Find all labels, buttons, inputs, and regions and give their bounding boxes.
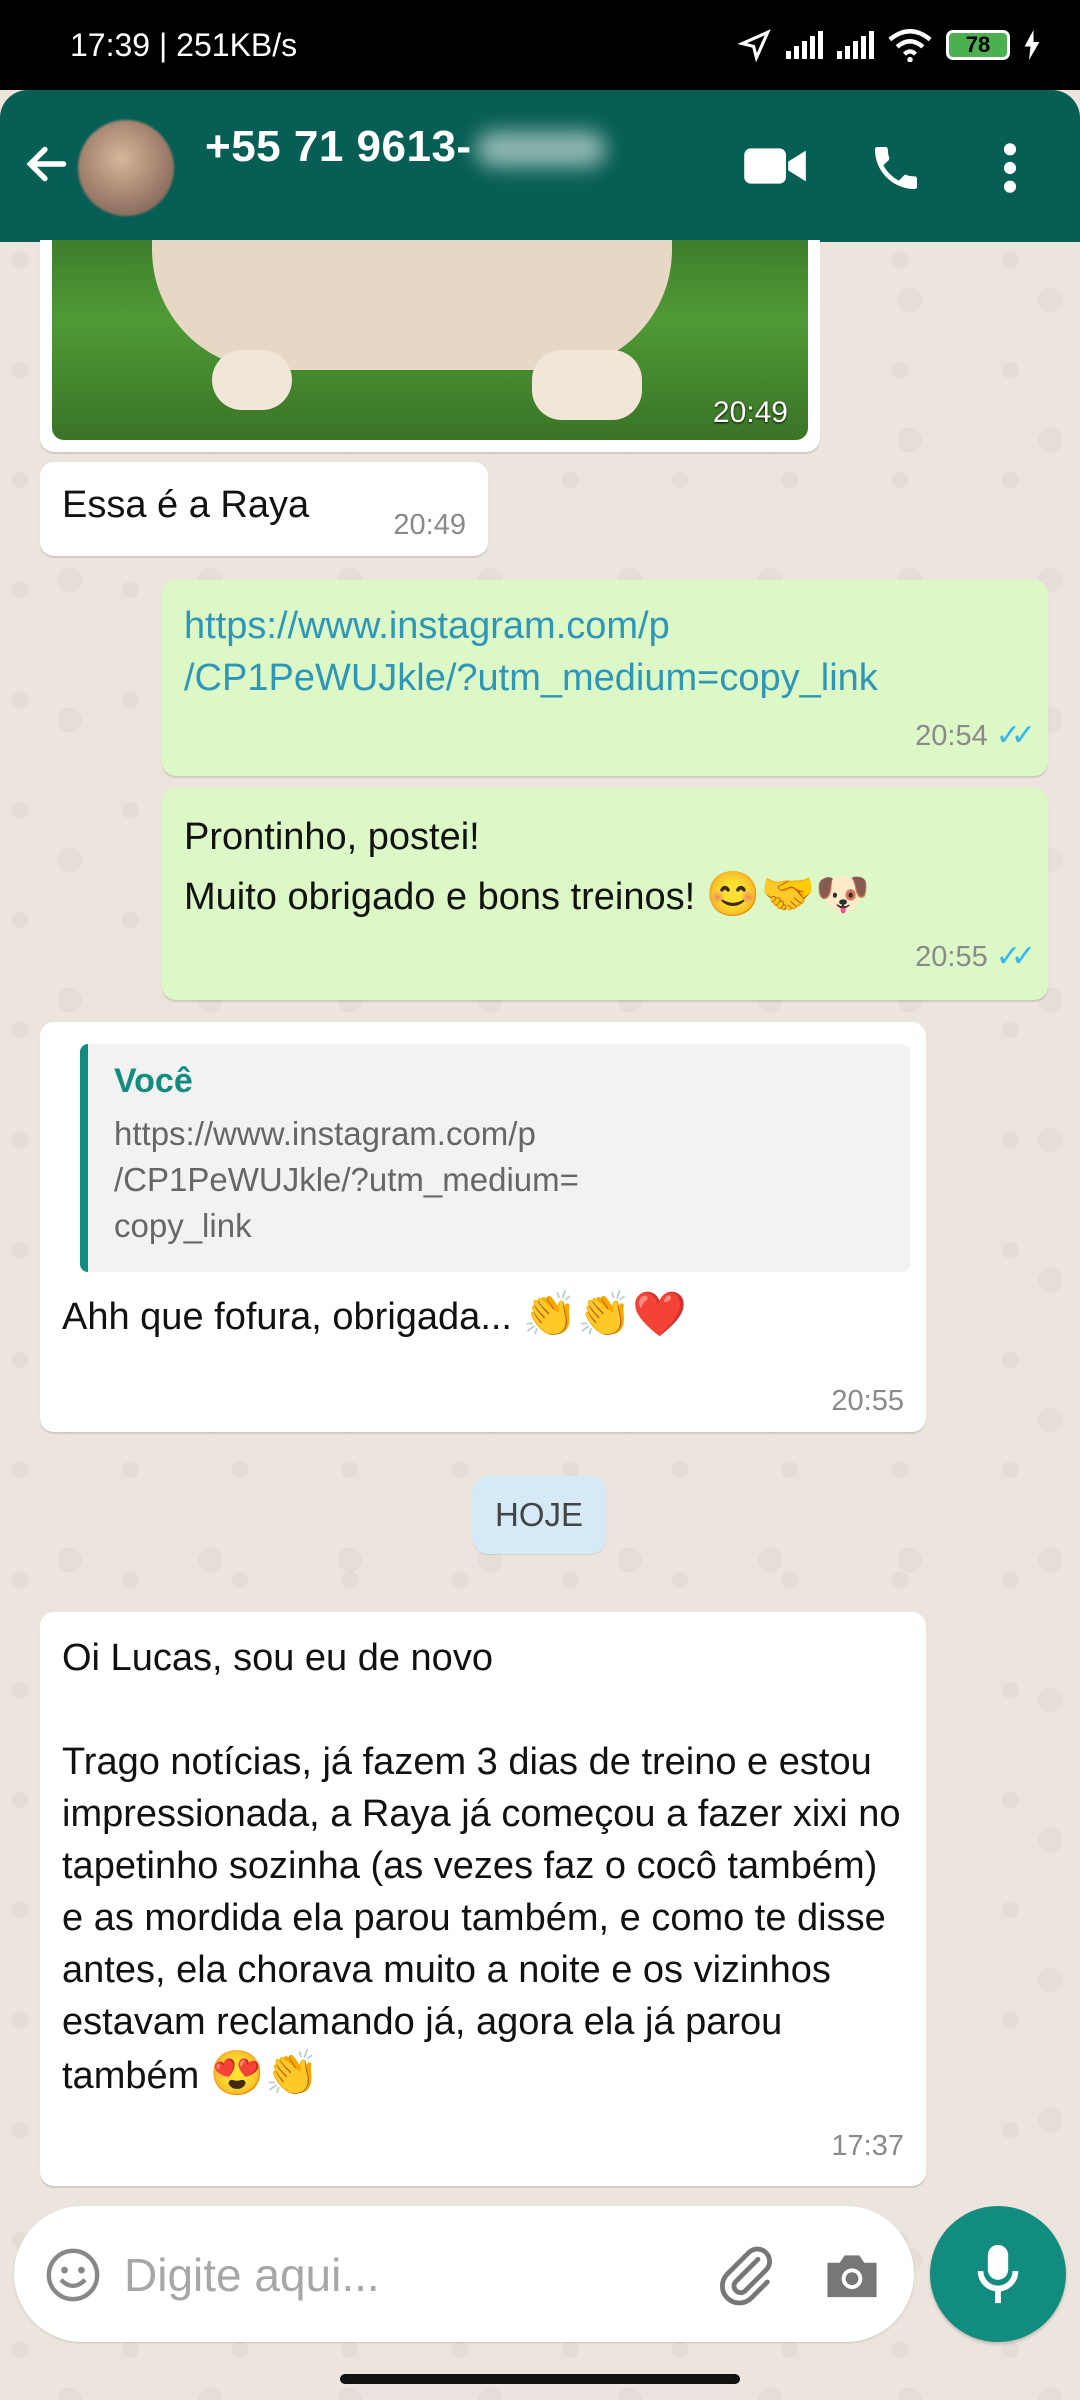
message-time: 20:55 [831, 1385, 904, 1417]
mic-icon [977, 2244, 1019, 2304]
message-link-2[interactable]: /CP1PeWUJkle/?utm_medium=copy_link [184, 652, 1026, 704]
message-body: Trago notícias, já fazem 3 dias de trein… [62, 1741, 901, 2098]
message-text: Prontinho, postei! [184, 816, 480, 858]
message-emojis: 😍👏 [209, 2049, 320, 2098]
outgoing-message[interactable]: Prontinho, postei! Muito obrigado e bons… [162, 788, 1048, 1000]
double-check-icon: ✓✓ [995, 940, 1036, 973]
camera-icon[interactable] [822, 2248, 882, 2302]
emoji-icon[interactable] [44, 2246, 102, 2304]
double-check-icon: ✓✓ [995, 719, 1036, 752]
chat-header: +55 71 9613- [0, 90, 1080, 242]
battery-icon: 78 [946, 30, 1010, 60]
message-link[interactable]: https://www.instagram.com/p [184, 600, 1026, 652]
attach-icon[interactable] [714, 2242, 778, 2306]
blurred-number [475, 131, 606, 168]
more-vert-icon[interactable] [1000, 140, 1020, 196]
phone-icon[interactable] [868, 140, 924, 196]
date-separator: HOJE [472, 1476, 606, 1554]
dog-paw [532, 350, 642, 420]
status-icons: 78 [738, 28, 1040, 62]
back-arrow-icon[interactable] [22, 136, 72, 192]
signal-icon-2 [837, 31, 874, 59]
quote-author: Você [114, 1062, 193, 1100]
quoted-message[interactable]: Você https://www.instagram.com/p /CP1PeW… [80, 1044, 910, 1272]
video-call-icon[interactable] [742, 144, 808, 188]
location-icon [738, 29, 771, 62]
incoming-reply-message[interactable]: Você https://www.instagram.com/p /CP1PeW… [40, 1022, 926, 1432]
wifi-icon [888, 29, 932, 62]
message-emojis: 👏👏❤️ [522, 1290, 687, 1339]
message-text: Ahh que fofura, obrigada... 👏👏❤️ [62, 1290, 687, 1339]
outgoing-message[interactable]: https://www.instagram.com/p /CP1PeWUJkle… [162, 580, 1048, 776]
status-left-text: 17:39 | 251KB/s [70, 26, 298, 63]
home-indicator[interactable] [340, 2374, 740, 2384]
incoming-message[interactable]: Essa é a Raya 20:49 [40, 462, 488, 556]
message-emojis: 😊🤝🐶 [705, 870, 871, 919]
message-time: 20:55 [915, 941, 988, 973]
message-composer [14, 2206, 914, 2342]
contact-name[interactable]: +55 71 9613- [205, 122, 606, 172]
message-text: Muito obrigado e bons treinos! 😊🤝🐶 [184, 870, 871, 919]
message-input[interactable] [122, 2236, 686, 2314]
avatar[interactable] [78, 120, 174, 216]
message-text: Essa é a Raya [62, 484, 310, 526]
message-text: Oi Lucas, sou eu de novo [62, 1637, 493, 1679]
quote-text: https://www.instagram.com/p /CP1PeWUJkle… [114, 1115, 579, 1244]
message-meta: 20:54 ✓✓ [915, 710, 1036, 762]
incoming-message[interactable]: Oi Lucas, sou eu de novo Trago notícias,… [40, 1612, 926, 2186]
charging-icon [1024, 30, 1040, 60]
message-time: 20:49 [393, 509, 466, 541]
mic-button[interactable] [930, 2206, 1066, 2342]
status-bar: 17:39 | 251KB/s 78 [0, 0, 1080, 90]
photo-message[interactable]: 20:49 [40, 240, 820, 452]
message-time: 20:49 [712, 396, 788, 429]
dog-photo[interactable]: 20:49 [52, 240, 808, 440]
dog-paw [212, 350, 292, 410]
message-time: 20:54 [915, 720, 988, 752]
message-time: 17:37 [831, 2130, 904, 2162]
signal-icon [786, 31, 823, 59]
message-meta: 20:55 ✓✓ [915, 928, 1036, 986]
